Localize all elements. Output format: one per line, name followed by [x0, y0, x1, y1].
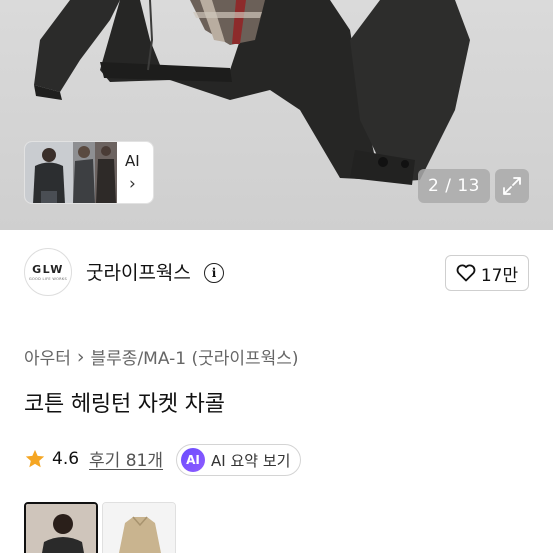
brand-name[interactable]: 굿라이프웍스 [86, 258, 191, 285]
breadcrumb-item-outer[interactable]: 아우터 [24, 344, 71, 369]
expand-button[interactable] [495, 169, 529, 203]
product-title: 코튼 헤링턴 자켓 차콜 [24, 392, 225, 417]
model-thumbnail-3 [95, 142, 117, 203]
brand-logo[interactable]: GLW GOOD LIFE WORKS [24, 248, 72, 296]
product-image-carousel[interactable]: AI › 2 / 13 [0, 0, 553, 230]
heart-icon [456, 264, 476, 282]
ai-badge-icon: AI [181, 448, 205, 472]
breadcrumb: 아우터 › 블루종/MA-1 (굿라이프웍스) [24, 344, 299, 370]
model-photo-thumbnail [26, 504, 96, 553]
brand-logo-text: GLW [32, 263, 64, 276]
expand-icon [503, 177, 521, 195]
beige-jacket-thumbnail [103, 503, 175, 553]
color-option-thumbnail-1[interactable] [24, 502, 98, 553]
ai-summary-button[interactable]: AI AI 요약 보기 [176, 444, 301, 476]
ai-fitting-thumbnail[interactable]: AI › [24, 141, 154, 204]
rating-row: 4.6 후기 81개 [24, 446, 163, 471]
breadcrumb-item-blouson[interactable]: 블루종/MA-1 (굿라이프웍스) [91, 344, 299, 369]
like-button[interactable]: 17만 [445, 255, 529, 291]
breadcrumb-separator: › [76, 345, 85, 368]
rating-score: 4.6 [52, 448, 80, 469]
info-icon[interactable]: i [204, 263, 224, 283]
ai-summary-label: AI 요약 보기 [211, 451, 291, 470]
star-icon [25, 449, 45, 467]
model-thumbnail-2 [73, 142, 95, 203]
review-count-link[interactable]: 후기 81개 [89, 446, 163, 471]
ai-label: AI [125, 152, 140, 170]
like-count: 17만 [480, 265, 519, 286]
chevron-right-icon: › [129, 174, 136, 194]
model-thumbnail-1 [25, 142, 73, 203]
image-counter: 2 / 13 [418, 169, 490, 203]
color-option-thumbnail-2[interactable] [102, 502, 176, 553]
brand-logo-subtext: GOOD LIFE WORKS [28, 277, 67, 281]
